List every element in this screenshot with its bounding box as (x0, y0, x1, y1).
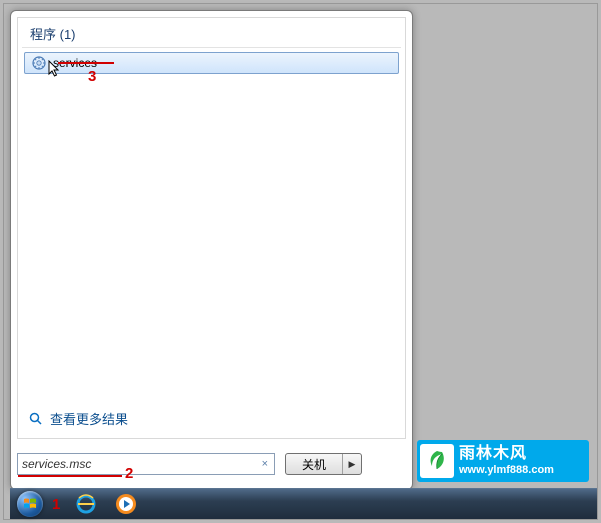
watermark-url: www.ylmf888.com (459, 464, 554, 477)
annotation-number-3: 3 (88, 68, 96, 85)
watermark-brand: 雨林木风 (459, 445, 554, 463)
watermark-badge: 雨林木风 www.ylmf888.com (417, 440, 589, 482)
shutdown-button[interactable]: 关机 ▶ (285, 453, 362, 475)
search-input[interactable] (22, 457, 260, 471)
watermark-leaf-icon (420, 444, 454, 478)
watermark-text: 雨林木风 www.ylmf888.com (459, 445, 554, 476)
taskbar-media-player-icon[interactable] (107, 491, 145, 517)
section-header-programs: 程序 (1) (22, 18, 401, 48)
annotation-underline-2 (18, 475, 122, 477)
annotation-3: 3 (50, 62, 114, 64)
results-panel: 程序 (1) services (17, 17, 406, 439)
see-more-label: 查看更多结果 (50, 409, 128, 428)
clear-search-icon[interactable]: × (260, 458, 270, 470)
shutdown-options-arrow[interactable]: ▶ (343, 454, 361, 474)
outer-frame: 程序 (1) services (3, 3, 598, 520)
see-more-results[interactable]: 查看更多结果 (28, 409, 128, 428)
taskbar: 1 (10, 488, 597, 519)
annotation-number-1: 1 (52, 496, 60, 513)
annotation-number-2: 2 (125, 465, 133, 482)
search-icon (28, 411, 44, 427)
start-button[interactable] (12, 489, 48, 519)
shutdown-label[interactable]: 关机 (286, 454, 343, 474)
services-icon (31, 55, 47, 71)
annotation-underline (58, 62, 114, 64)
cursor-icon (48, 60, 64, 80)
start-menu-bottom-bar: × 2 关机 ▶ (17, 447, 406, 481)
search-box[interactable]: × 2 (17, 453, 275, 475)
start-menu-panel: 程序 (1) services (10, 10, 413, 490)
windows-logo-icon (22, 496, 38, 512)
taskbar-ie-icon[interactable] (67, 491, 105, 517)
